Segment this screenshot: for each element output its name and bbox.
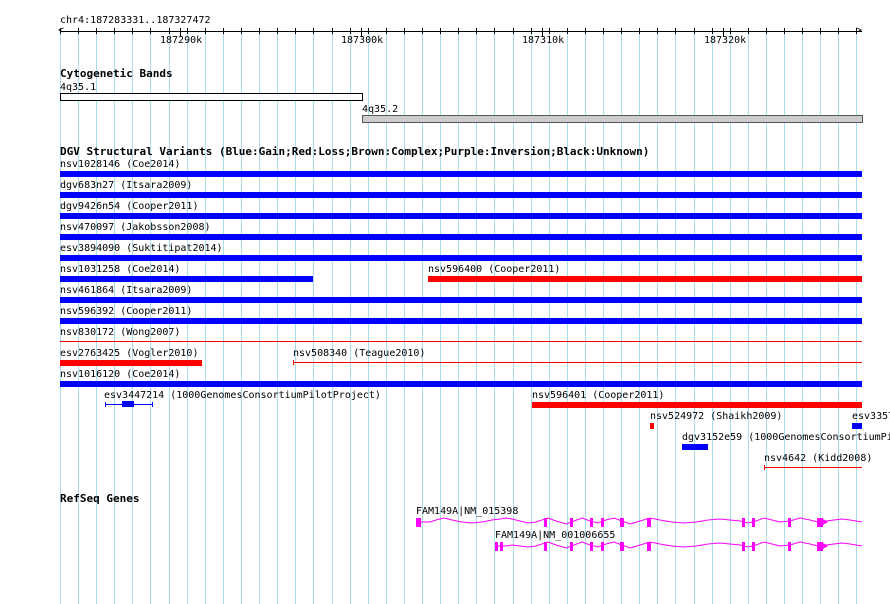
exon xyxy=(742,542,745,551)
exon xyxy=(601,518,604,527)
exon xyxy=(647,518,651,527)
exon xyxy=(570,518,573,527)
exon xyxy=(788,518,791,527)
exon xyxy=(544,518,547,527)
exon xyxy=(590,542,593,551)
strand-arrow xyxy=(823,519,828,525)
exon xyxy=(495,542,498,551)
intron-line xyxy=(416,517,863,525)
exon xyxy=(601,542,604,551)
exon xyxy=(620,542,624,551)
exon xyxy=(742,518,745,527)
transcript-nm-015398[interactable] xyxy=(416,517,863,527)
strand-arrow xyxy=(823,543,828,549)
exon xyxy=(416,518,421,527)
intron-line xyxy=(495,541,863,549)
exon xyxy=(544,542,547,551)
exon xyxy=(647,542,651,551)
exon xyxy=(500,542,503,551)
genome-browser-panel: chr4:187283331..187327472 < > 187290k 18… xyxy=(0,0,890,604)
gene-models xyxy=(416,517,863,551)
transcript-nm-001006655[interactable] xyxy=(495,541,863,551)
exon xyxy=(752,518,755,527)
exon xyxy=(817,518,823,527)
exon xyxy=(788,542,791,551)
exon xyxy=(620,518,624,527)
exon xyxy=(817,542,823,551)
exon xyxy=(570,542,573,551)
exon xyxy=(590,518,593,527)
exon xyxy=(752,542,755,551)
